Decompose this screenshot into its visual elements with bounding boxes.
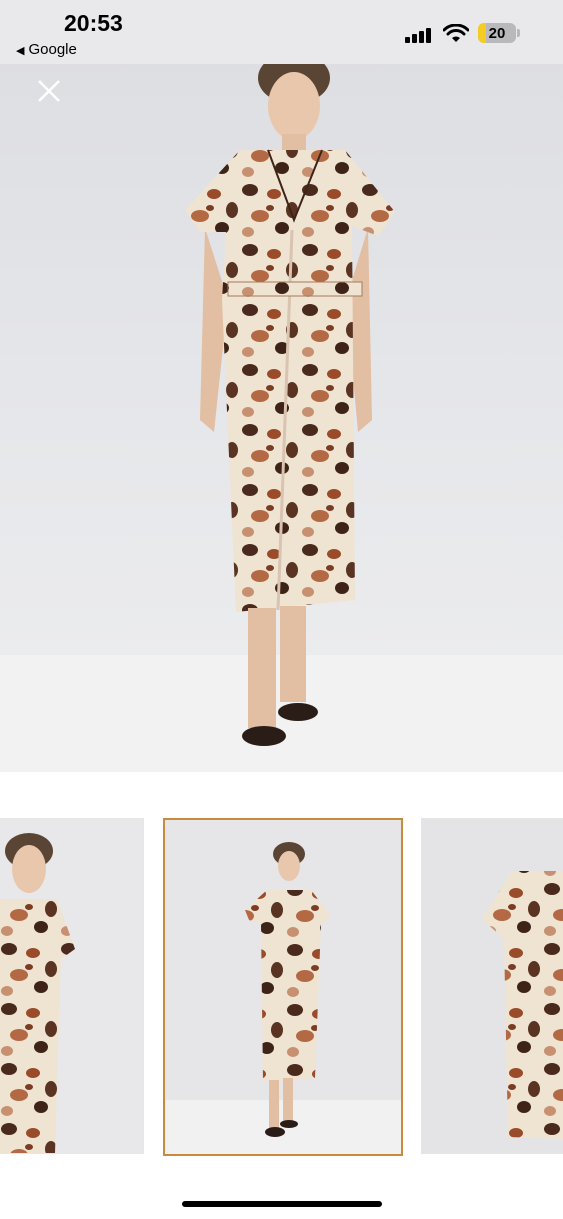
battery-level: 20: [488, 25, 506, 42]
thumbnail-product-flat-image: [422, 819, 563, 1153]
hero-product-image[interactable]: [0, 0, 563, 772]
battery-tip: [517, 29, 520, 37]
thumbnail-closeup[interactable]: [0, 818, 144, 1154]
model-figure: [185, 52, 395, 746]
close-button[interactable]: [34, 76, 64, 106]
status-bar: 20:53 ◀ Google 20: [0, 0, 563, 64]
status-time: 20:53: [64, 10, 123, 36]
thumbnail-full-length[interactable]: [163, 818, 403, 1156]
wifi-icon: [443, 24, 469, 42]
triangle-left-icon: ◀: [16, 45, 25, 57]
close-icon: [38, 80, 60, 102]
home-indicator[interactable]: [182, 1201, 382, 1207]
back-label: Google: [28, 41, 77, 58]
cellular-signal-icon: [405, 27, 435, 43]
thumbnail-full-length-image: [165, 820, 401, 1154]
thumbnail-product-flat[interactable]: [421, 818, 563, 1154]
battery-icon: 20: [478, 23, 516, 43]
thumbnail-closeup-image: [0, 819, 143, 1153]
back-to-google-link[interactable]: ◀ Google: [16, 41, 77, 58]
thumbnail-carousel[interactable]: [0, 818, 563, 1158]
